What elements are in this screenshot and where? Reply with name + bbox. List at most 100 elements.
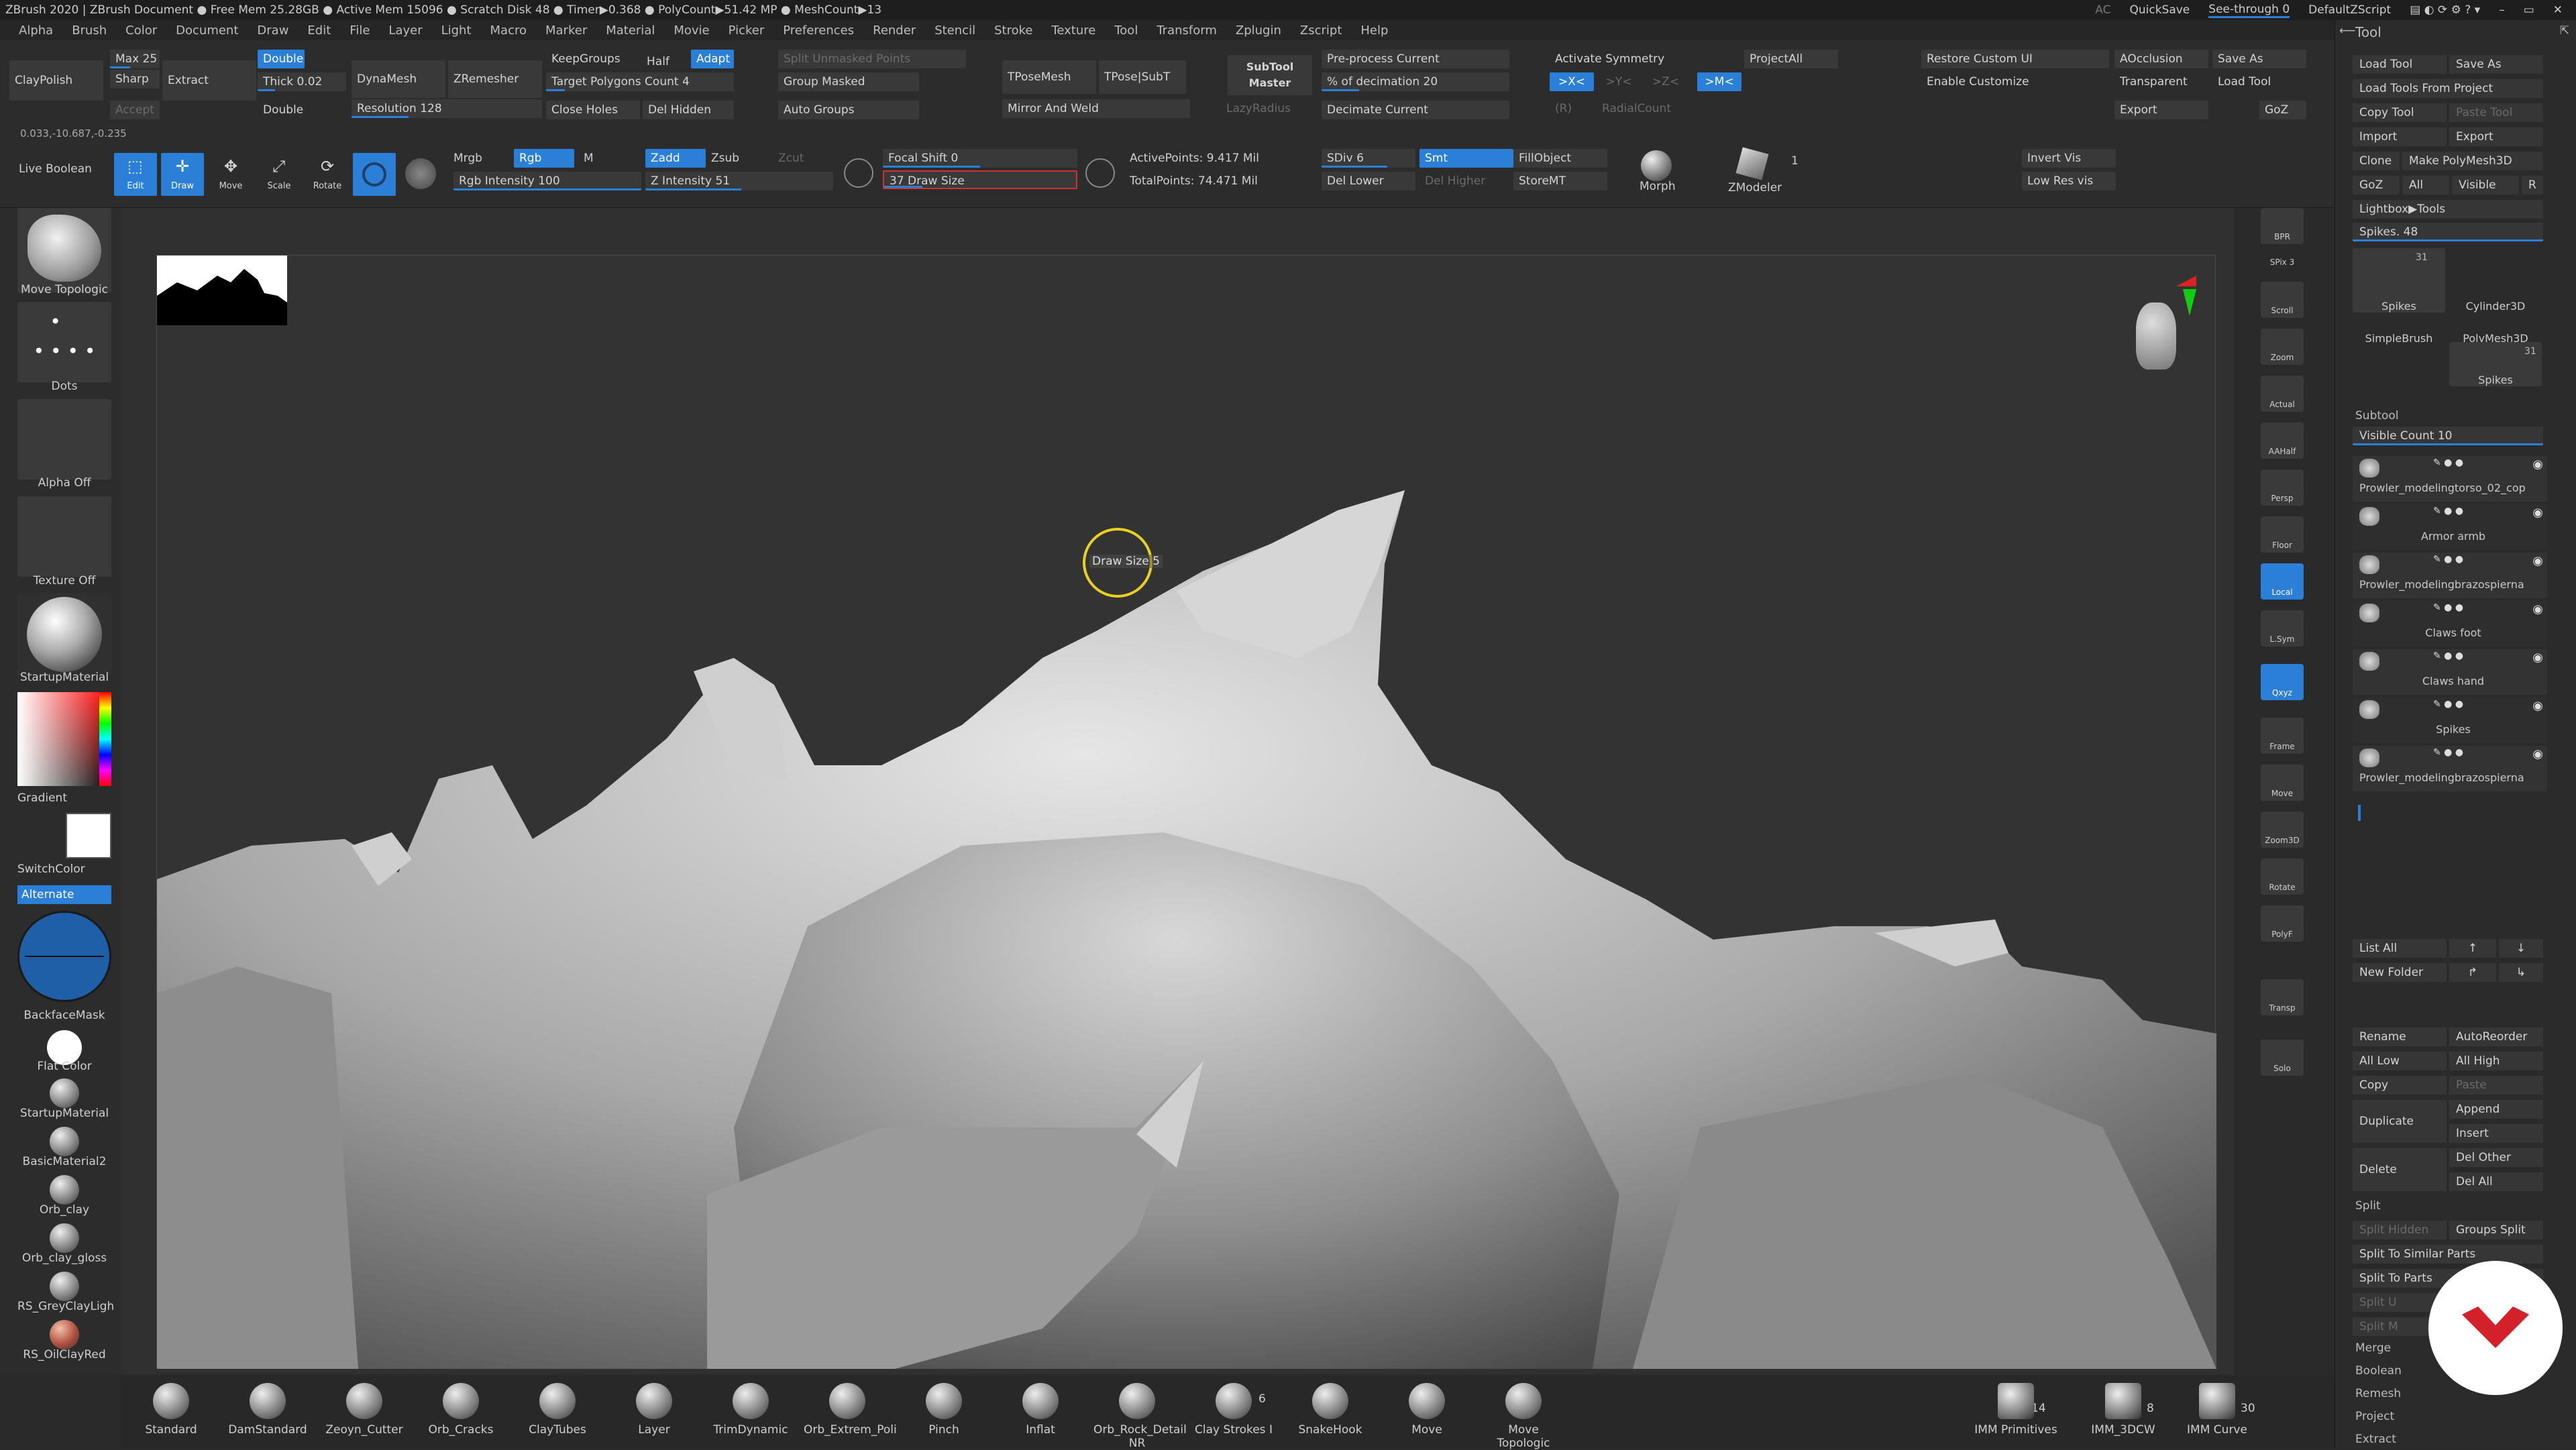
- visible-count-slider[interactable]: Visible Count 10: [2353, 427, 2543, 445]
- del-lower-button[interactable]: Del Lower: [1322, 172, 1415, 190]
- smt-toggle[interactable]: Smt: [1419, 149, 1513, 168]
- material-swatch-icon[interactable]: [50, 1078, 79, 1108]
- transparent-button[interactable]: Transparent: [2114, 72, 2208, 91]
- project-all-button[interactable]: ProjectAll: [1744, 50, 1838, 68]
- draw-size-slider[interactable]: 37 Draw Size: [883, 170, 1077, 189]
- brush-slot[interactable]: Zeoyn_Cutter: [321, 1383, 408, 1437]
- sharp-button[interactable]: Sharp: [110, 70, 160, 89]
- menu-color[interactable]: Color: [116, 23, 166, 38]
- imm-brush-slot[interactable]: IMM Primitives: [1972, 1383, 2059, 1437]
- duplicate-button[interactable]: Duplicate: [2353, 1100, 2447, 1143]
- subtool-row[interactable]: ◉ ✎ ● ● Armor armb: [2353, 504, 2547, 550]
- menu-icons[interactable]: ▤ ◐ ⟳ ⚙ ? ▾: [2410, 3, 2480, 17]
- menu-edit[interactable]: Edit: [298, 23, 340, 38]
- quicksave-button[interactable]: QuickSave: [2129, 3, 2190, 17]
- morph-icon[interactable]: [1641, 150, 1672, 181]
- rotate-mode-button[interactable]: ⟳ Rotate: [306, 153, 349, 196]
- brush-slot[interactable]: Move: [1383, 1383, 1470, 1437]
- viewport-canvas[interactable]: Draw Size 5: [121, 208, 2234, 1375]
- local-view-button[interactable]: Local: [2261, 563, 2304, 600]
- copy-tool-button[interactable]: Copy Tool: [2353, 103, 2447, 122]
- del-all-button[interactable]: Del All: [2449, 1172, 2543, 1191]
- mrgb-button[interactable]: Mrgb: [453, 152, 482, 165]
- z-intensity-slider[interactable]: Z Intensity 51: [645, 172, 833, 190]
- lazyradius-slider[interactable]: LazyRadius: [1221, 99, 1315, 118]
- scale-mode-button[interactable]: ⤢ Scale: [258, 153, 301, 196]
- imm-brush-slot[interactable]: IMM Curve: [2174, 1383, 2261, 1437]
- floor-view-button[interactable]: Floor: [2261, 516, 2304, 553]
- copy-subtool-button[interactable]: Copy: [2353, 1076, 2447, 1095]
- stroke-thumbnail[interactable]: • • • • •: [17, 302, 111, 382]
- subtool-row[interactable]: ◉ ✎ ● ● Claws hand: [2353, 649, 2547, 695]
- delete-button[interactable]: Delete: [2353, 1148, 2447, 1191]
- backface-mask-dial[interactable]: [17, 911, 111, 1002]
- goz-visible-button[interactable]: Visible: [2452, 176, 2519, 194]
- menu-brush[interactable]: Brush: [62, 23, 116, 38]
- subtool-toggle-icons[interactable]: ✎ ● ●: [2433, 651, 2463, 661]
- radial-count-slider[interactable]: RadialCount: [1597, 99, 1731, 118]
- document-frame[interactable]: Draw Size 5: [156, 255, 2216, 1369]
- del-hidden-button[interactable]: Del Hidden: [643, 101, 734, 119]
- bpr-view-button[interactable]: BPR: [2261, 208, 2304, 244]
- tpose-subt-button[interactable]: TPose|SubT: [1099, 60, 1186, 94]
- brush-slot[interactable]: ClayTubes: [514, 1383, 601, 1437]
- material-swatch-icon[interactable]: [50, 1223, 79, 1253]
- switch-color-button[interactable]: SwitchColor: [17, 862, 111, 876]
- goz-r-button[interactable]: R: [2522, 176, 2543, 194]
- lsym-view-button[interactable]: L.Sym: [2261, 610, 2304, 647]
- tool-palette-title[interactable]: Tool: [2355, 24, 2381, 40]
- brush-slot[interactable]: Orb_Cracks: [417, 1383, 504, 1437]
- material-swatch-icon[interactable]: [50, 1272, 79, 1301]
- eye-icon[interactable]: ◉: [2532, 699, 2543, 713]
- collapse-icon[interactable]: ⟵: [2339, 24, 2355, 38]
- menu-light[interactable]: Light: [432, 23, 481, 38]
- sym-y-toggle[interactable]: >Y<: [1597, 72, 1641, 91]
- rgb-intensity-slider[interactable]: Rgb Intensity 100: [453, 172, 641, 190]
- gradient-label[interactable]: Gradient: [17, 791, 111, 805]
- dynamesh-button[interactable]: DynaMesh: [352, 60, 445, 98]
- material-swatch-icon[interactable]: [50, 1175, 79, 1205]
- half-button[interactable]: Half: [641, 52, 688, 71]
- brush-slot[interactable]: Inflat: [997, 1383, 1084, 1437]
- material-swatch-icon[interactable]: [50, 1320, 79, 1349]
- menu-tool[interactable]: Tool: [1105, 23, 1147, 38]
- seethrough-slider[interactable]: See-through 0: [2208, 3, 2290, 18]
- frame-view-button[interactable]: Frame: [2261, 718, 2304, 754]
- sculpt-model[interactable]: [157, 256, 2216, 1369]
- menu-zscript[interactable]: Zscript: [1291, 23, 1352, 38]
- subtool-toggle-icons[interactable]: ✎ ● ●: [2433, 554, 2463, 565]
- paste-tool-button[interactable]: Paste Tool: [2449, 103, 2543, 122]
- menu-alpha[interactable]: Alpha: [9, 23, 62, 38]
- moveb-view-button[interactable]: Move: [2261, 765, 2304, 801]
- eye-icon[interactable]: ◉: [2532, 651, 2543, 665]
- menu-draw[interactable]: Draw: [248, 23, 298, 38]
- menu-preferences[interactable]: Preferences: [773, 23, 863, 38]
- brush-slot[interactable]: Orb_Extrem_Poli: [804, 1383, 897, 1437]
- thick-slider[interactable]: Thick 0.02: [258, 72, 346, 91]
- tray-save-as-button[interactable]: Save As: [2449, 55, 2543, 74]
- lazy-mouse-icon[interactable]: [844, 158, 873, 188]
- aahalf-view-button[interactable]: AAHalf: [2261, 423, 2304, 459]
- enable-customize-button[interactable]: Enable Customize: [1921, 72, 2109, 91]
- live-boolean-button[interactable]: Live Boolean: [19, 162, 92, 176]
- brush-slot[interactable]: Clay Strokes I: [1190, 1383, 1277, 1437]
- alternate-toggle[interactable]: Alternate: [17, 885, 111, 904]
- menu-layer[interactable]: Layer: [379, 23, 431, 38]
- menu-transform[interactable]: Transform: [1147, 23, 1226, 38]
- folder-up-icon[interactable]: ↱: [2449, 963, 2496, 982]
- dynamic-size-icon[interactable]: [1085, 158, 1115, 188]
- auto-reorder-button[interactable]: AutoReorder: [2449, 1027, 2543, 1046]
- load-tool-button[interactable]: Load Tool: [2353, 55, 2447, 74]
- draw-mode-button[interactable]: ✛ Draw: [161, 153, 204, 196]
- menu-zplugin[interactable]: Zplugin: [1226, 23, 1291, 38]
- claypolish-button[interactable]: ClayPolish: [9, 60, 103, 101]
- close-icon[interactable]: ✕: [2553, 3, 2563, 17]
- tool-thumbnail[interactable]: SimpleBrush: [2353, 300, 2445, 345]
- material-swatch-icon[interactable]: [50, 1127, 79, 1156]
- accept-button[interactable]: Accept: [110, 101, 160, 119]
- material-thumbnail[interactable]: [17, 593, 111, 676]
- boolean-section-header[interactable]: Boolean: [2355, 1364, 2402, 1378]
- m-button[interactable]: M: [584, 152, 594, 165]
- tool-thumbnail[interactable]: PolyMesh3D: [2449, 300, 2542, 345]
- rename-button[interactable]: Rename: [2353, 1027, 2447, 1046]
